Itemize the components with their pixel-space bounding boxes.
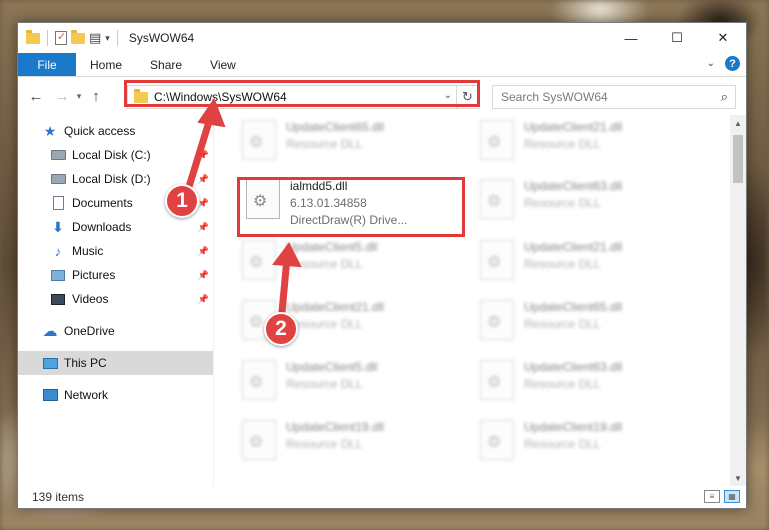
annotation-arrows <box>184 97 302 316</box>
arrow-1-head <box>197 97 226 128</box>
arrow-2-head <box>272 242 302 268</box>
arrow-2-shaft <box>278 254 291 316</box>
step-2-badge: 2 <box>264 312 298 346</box>
step-1-badge: 1 <box>165 184 199 218</box>
